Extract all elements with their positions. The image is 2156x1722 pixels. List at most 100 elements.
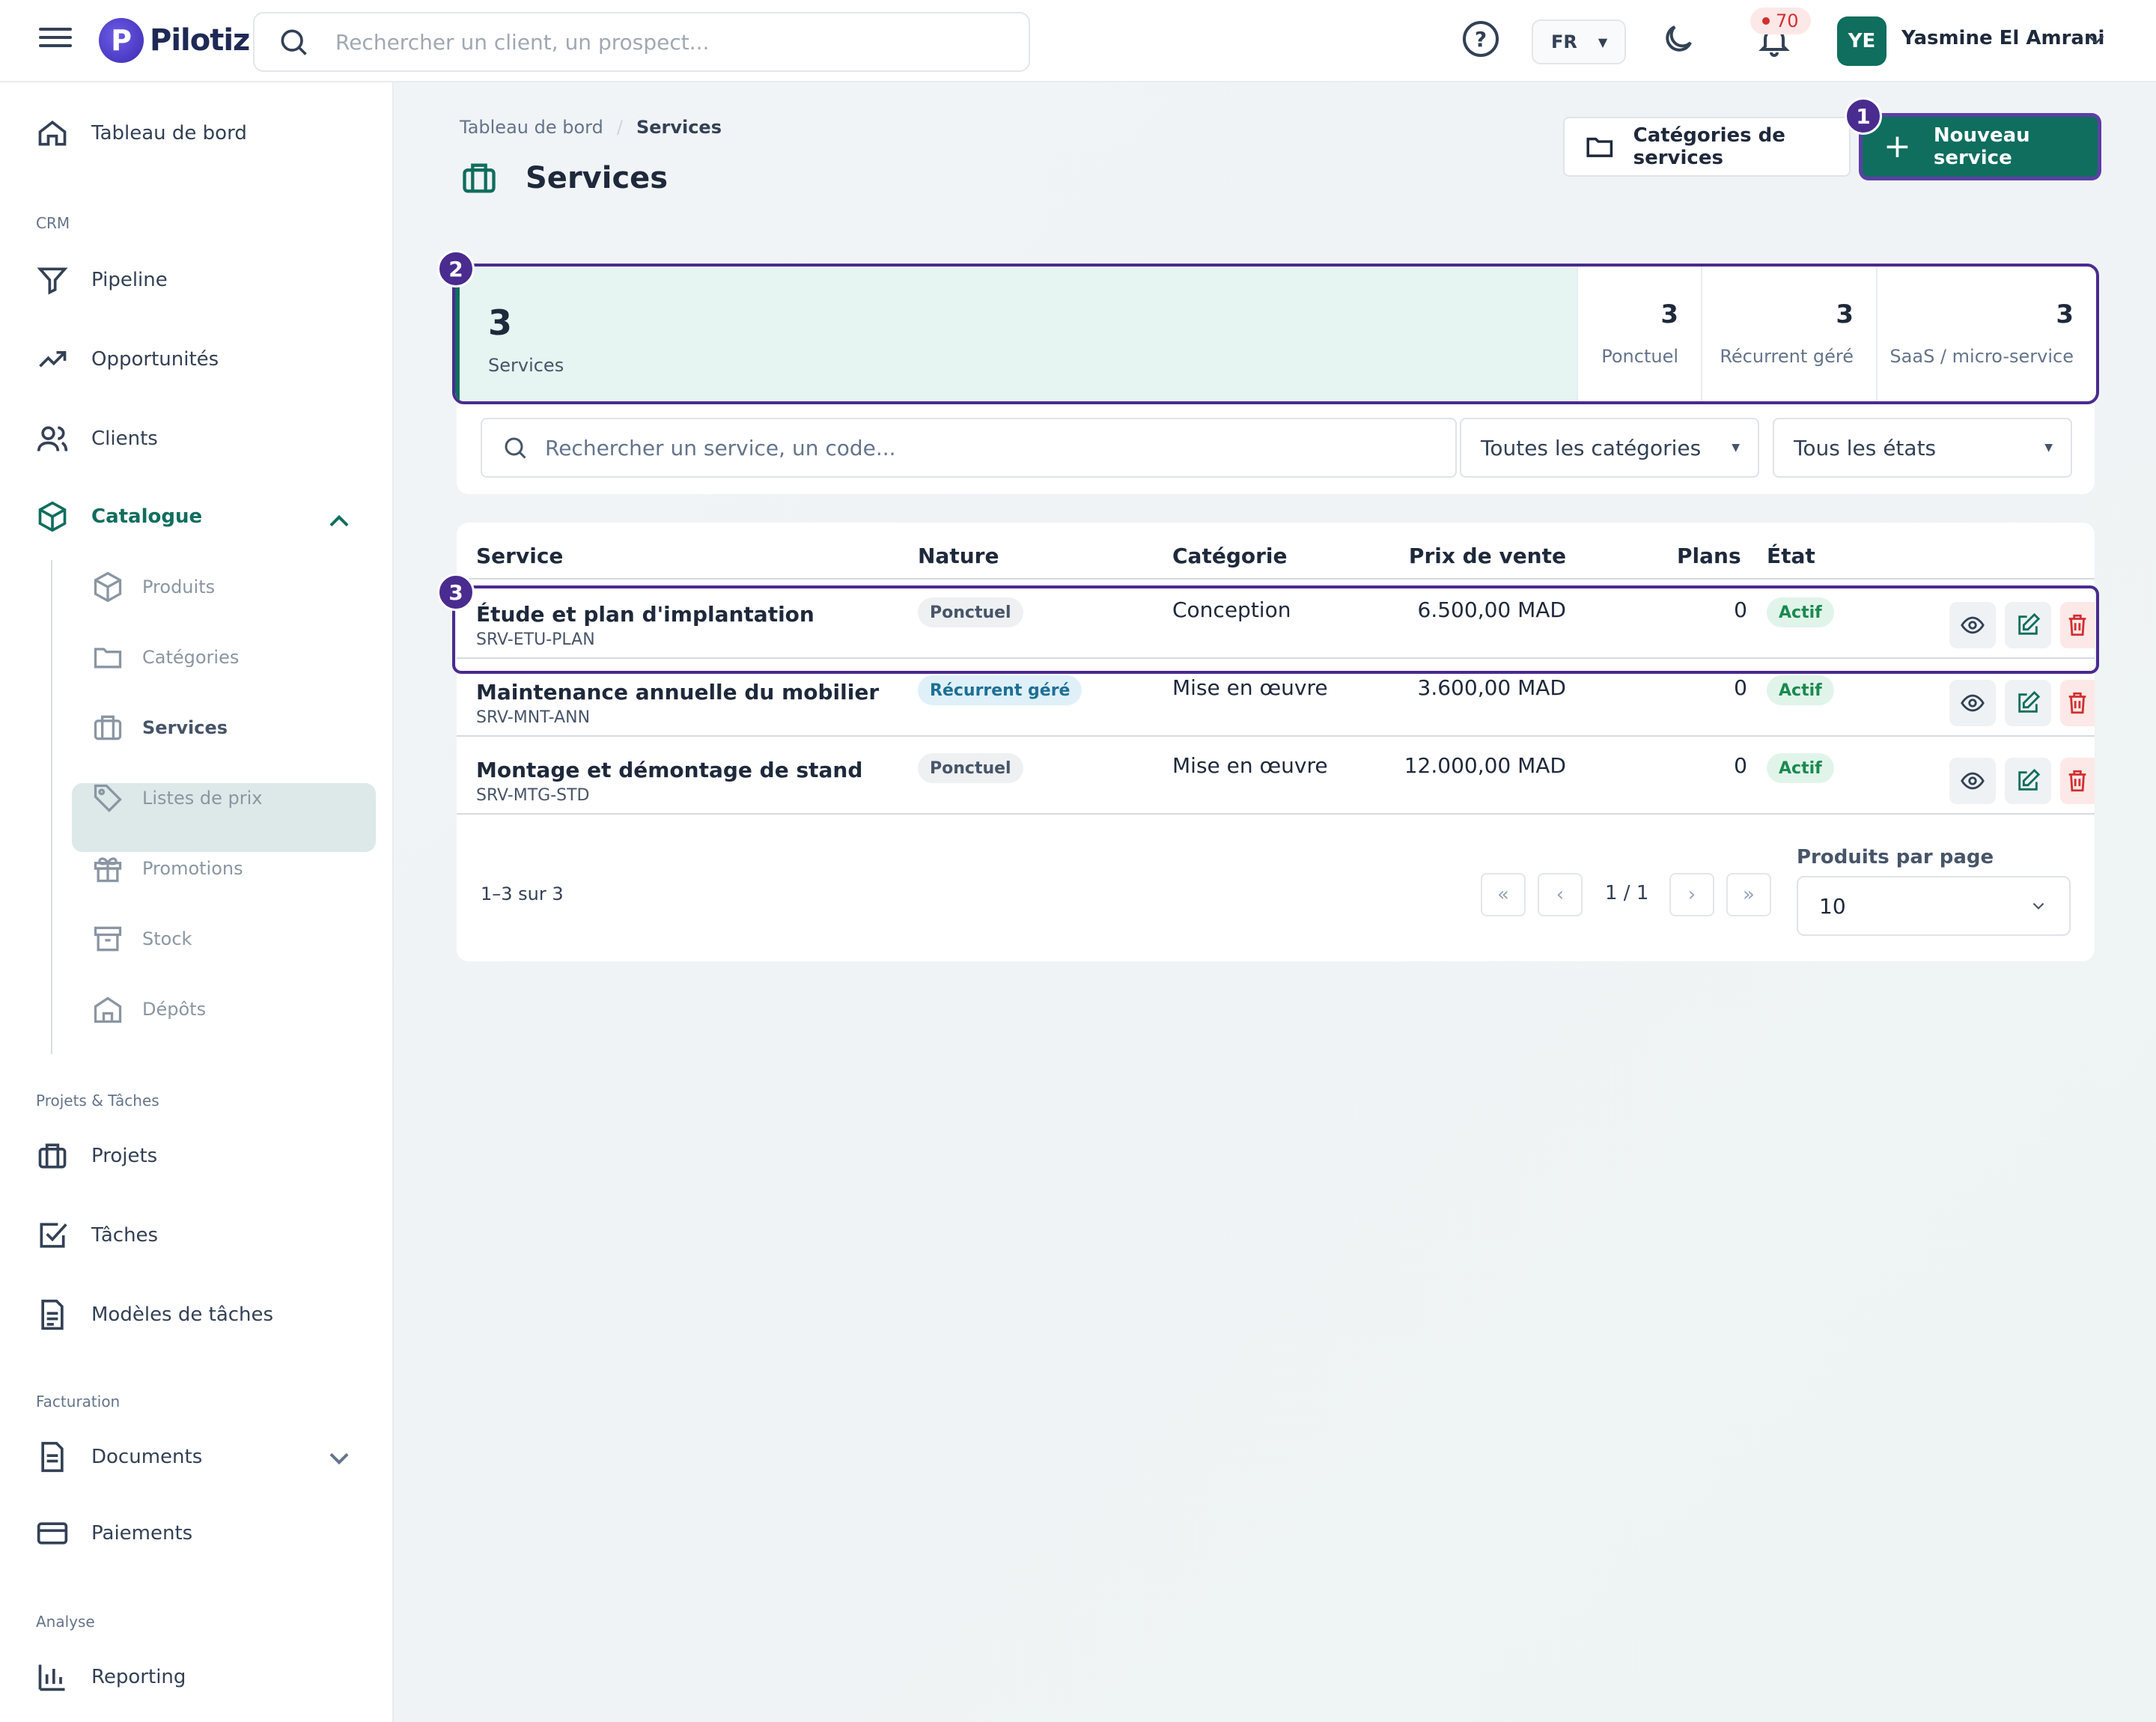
sidebar: Tableau de bord CRM Pipeline Opportunité… (0, 82, 394, 1722)
breadcrumb-current: Services (636, 117, 722, 138)
last-page-button[interactable]: » (1726, 873, 1771, 916)
global-search-input[interactable]: Rechercher un client, un prospect... (253, 12, 1030, 72)
avatar[interactable]: YE (1837, 16, 1886, 66)
new-service-button[interactable]: + Nouveau service (1863, 117, 2098, 177)
plus-icon: + (1884, 127, 1911, 165)
bar-chart-icon (38, 1664, 65, 1691)
home-icon (38, 121, 67, 146)
service-search-input[interactable]: Rechercher un service, un code... (481, 418, 1457, 478)
stat-label: Ponctuel (1601, 346, 1678, 367)
view-button[interactable] (1949, 680, 1996, 726)
service-name[interactable]: Montage et démontage de stand (476, 758, 862, 782)
users-icon (37, 426, 68, 451)
section-label-analysis: Analyse (36, 1613, 95, 1631)
sidebar-item-label: Pipeline (91, 269, 168, 291)
column-header-category[interactable]: Catégorie (1172, 544, 1288, 568)
chevron-down-icon[interactable] (325, 1443, 353, 1472)
edit-button[interactable] (2005, 758, 2051, 804)
logo-text: Pilotiz (150, 23, 250, 58)
row-highlight (452, 585, 2099, 674)
app-logo[interactable]: P Pilotiz (99, 18, 250, 63)
sidebar-item-label: Dépôts (142, 999, 207, 1020)
trending-up-icon (39, 351, 67, 368)
moon-icon[interactable] (1660, 21, 1696, 57)
service-categories-button[interactable]: Catégories de services (1563, 117, 1851, 177)
sidebar-item-pipeline[interactable]: Pipeline (36, 264, 168, 296)
edit-icon (2018, 690, 2041, 713)
sidebar-item-payments[interactable]: Paiements (36, 1517, 192, 1550)
sidebar-item-label: Projets (91, 1145, 158, 1167)
state-filter-select[interactable]: Tous les états ▼ (1773, 418, 2072, 478)
breadcrumb-separator: / (616, 117, 623, 138)
column-header-nature[interactable]: Nature (918, 544, 999, 568)
sidebar-item-projects[interactable]: Projets (36, 1140, 157, 1172)
stat-value: 3 (1660, 299, 1678, 329)
sidebar-item-produits[interactable]: Produits (91, 571, 215, 603)
sidebar-item-label: Promotions (142, 858, 243, 879)
chevron-down-icon[interactable] (2084, 27, 2108, 51)
sidebar-item-opportunities[interactable]: Opportunités (36, 343, 219, 376)
column-header-service[interactable]: Service (476, 544, 563, 568)
nature-badge: Ponctuel (918, 753, 1023, 783)
category-filter-select[interactable]: Toutes les catégories ▼ (1460, 418, 1759, 478)
service-categories-label: Catégories de services (1633, 124, 1785, 169)
search-icon (505, 437, 526, 459)
service-code: SRV-MNT-ANN (476, 708, 591, 727)
sidebar-item-label: Paiements (91, 1522, 193, 1545)
sidebar-item-label: Catalogue (91, 505, 203, 528)
top-bar: P Pilotiz Rechercher un client, un prosp… (0, 0, 2156, 82)
table-row[interactable]: Montage et démontage de stand SRV-MTG-ST… (457, 737, 2095, 815)
sidebar-item-clients[interactable]: Clients (36, 422, 158, 455)
sidebar-item-documents[interactable]: Documents (36, 1440, 202, 1473)
breadcrumb-link-dashboard[interactable]: Tableau de bord (460, 117, 603, 138)
sidebar-item-label: Catégories (142, 647, 240, 668)
annotation-marker-2: 2 (437, 250, 475, 287)
sidebar-item-tasks[interactable]: Tâches (36, 1219, 158, 1252)
search-icon (281, 29, 307, 55)
sidebar-item-catalogue[interactable]: Catalogue (36, 500, 202, 533)
view-button[interactable] (1949, 758, 1996, 804)
sidebar-item-stock[interactable]: Stock (91, 922, 192, 955)
first-page-button[interactable]: « (1481, 873, 1526, 916)
column-header-plans[interactable]: Plans (1677, 544, 1741, 568)
sidebar-item-label: Tâches (91, 1224, 159, 1247)
notification-badge: 70 (1750, 7, 1811, 34)
sidebar-item-depots[interactable]: Dépôts (91, 993, 206, 1026)
delete-button[interactable] (2060, 680, 2095, 726)
archive-icon (94, 926, 122, 952)
folder-icon (94, 648, 122, 669)
sidebar-item-services[interactable]: Services (91, 711, 228, 744)
language-select[interactable]: FR ▼ (1532, 19, 1626, 64)
column-header-price[interactable]: Prix de vente (1409, 544, 1566, 568)
checkbox-icon (40, 1223, 67, 1248)
service-name[interactable]: Maintenance annuelle du mobilier (476, 680, 879, 705)
submenu-line (51, 560, 52, 1054)
page-indicator: 1 / 1 (1605, 882, 1649, 904)
menu-icon[interactable] (39, 22, 72, 55)
sidebar-item-promotions[interactable]: Promotions (91, 852, 243, 885)
user-name[interactable]: Yasmine El Amrani (1901, 27, 2104, 49)
gift-icon (94, 857, 122, 883)
edit-button[interactable] (2005, 680, 2051, 726)
stat-saas: 3 SaaS / micro-service (1876, 267, 2096, 401)
global-search-placeholder: Rechercher un client, un prospect... (335, 29, 710, 55)
help-icon[interactable]: ? (1463, 21, 1499, 57)
notification-count: 70 (1776, 10, 1799, 31)
next-page-button[interactable]: › (1669, 873, 1714, 916)
stat-label: SaaS / micro-service (1889, 346, 2074, 367)
sidebar-item-categories[interactable]: Catégories (91, 641, 239, 674)
annotation-marker-3: 3 (437, 574, 475, 611)
sidebar-item-task-templates[interactable]: Modèles de tâches (36, 1298, 273, 1331)
sidebar-item-dashboard[interactable]: Tableau de bord (36, 117, 247, 150)
sidebar-item-price-lists[interactable]: Listes de prix (91, 782, 262, 815)
sidebar-item-reporting[interactable]: Reporting (36, 1661, 186, 1694)
delete-button[interactable] (2060, 758, 2095, 804)
sidebar-item-label: Tableau de bord (91, 122, 247, 144)
chevron-up-icon[interactable] (325, 508, 353, 536)
per-page-select[interactable]: 10 (1797, 876, 2071, 936)
prev-page-button[interactable]: ‹ (1538, 873, 1583, 916)
briefcase-icon (94, 715, 122, 740)
sidebar-item-label: Opportunités (91, 348, 219, 371)
column-header-state[interactable]: État (1767, 544, 1815, 568)
caret-down-icon: ▼ (1598, 34, 1608, 49)
